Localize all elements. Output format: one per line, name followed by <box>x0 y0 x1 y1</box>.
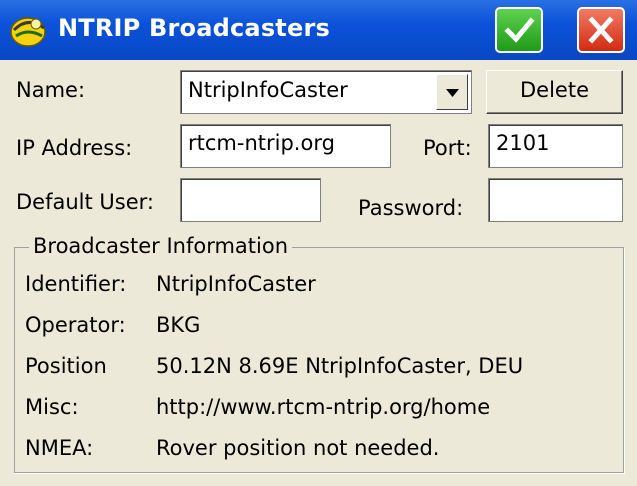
info-label-operator: Operator: <box>25 313 126 337</box>
group-title: Broadcaster Information <box>29 234 293 258</box>
info-value-misc: http://www.rtcm-ntrip.org/home <box>156 395 491 419</box>
app-icon <box>6 8 50 52</box>
chevron-down-icon <box>446 89 459 97</box>
title-bar: NTRIP Broadcasters <box>0 0 637 60</box>
info-label-position: Position <box>25 354 107 378</box>
info-value-position: 50.12N 8.69E NtripInfoCaster, DEU <box>156 354 524 378</box>
name-dropdown[interactable]: NtripInfoCaster <box>180 70 472 114</box>
port-field[interactable]: 2101 <box>488 124 623 168</box>
dialog-content: Name: NtripInfoCaster Delete IP Address:… <box>0 60 637 486</box>
ip-address-label: IP Address: <box>16 136 133 160</box>
checkmark-icon <box>504 17 535 43</box>
delete-button[interactable]: Delete <box>486 70 623 114</box>
default-user-field[interactable] <box>180 178 321 222</box>
info-label-misc: Misc: <box>25 395 79 419</box>
name-dropdown-value: NtripInfoCaster <box>188 78 348 102</box>
close-button[interactable] <box>577 7 625 53</box>
broadcaster-info-group: Broadcaster Information Identifier: Ntri… <box>14 234 624 473</box>
window-title: NTRIP Broadcasters <box>58 14 330 42</box>
name-label: Name: <box>16 78 86 102</box>
ip-address-field[interactable]: rtcm-ntrip.org <box>180 124 391 168</box>
info-value-identifier: NtripInfoCaster <box>156 272 316 296</box>
info-value-nmea: Rover position not needed. <box>156 436 440 460</box>
ok-button[interactable] <box>495 7 543 53</box>
dropdown-arrow-button[interactable] <box>436 74 468 110</box>
info-value-operator: BKG <box>156 313 201 337</box>
password-field[interactable] <box>488 178 623 222</box>
close-icon <box>588 16 614 44</box>
info-label-nmea: NMEA: <box>25 436 94 460</box>
password-label: Password: <box>358 196 464 220</box>
port-label: Port: <box>423 136 472 160</box>
default-user-label: Default User: <box>16 190 154 214</box>
info-label-identifier: Identifier: <box>25 272 127 296</box>
